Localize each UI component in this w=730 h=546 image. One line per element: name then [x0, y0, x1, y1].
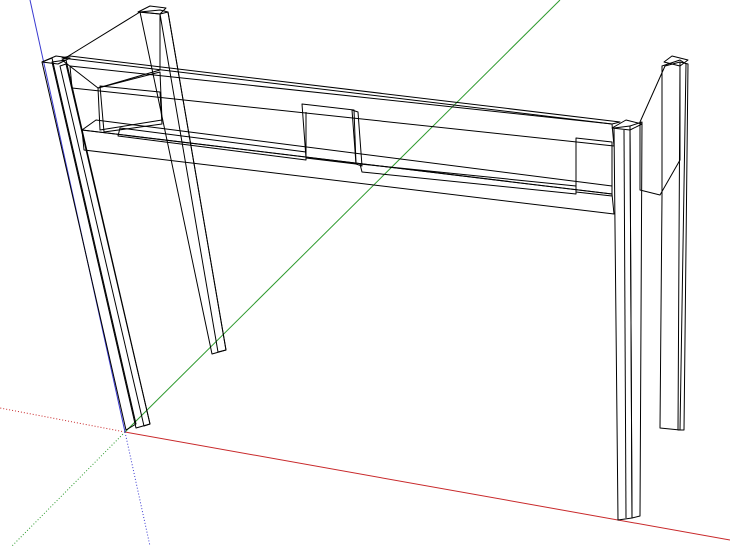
red-axis-solid: [124, 431, 730, 541]
back-right-leg-face: [659, 59, 687, 431]
modeling-viewport[interactable]: [0, 0, 730, 546]
right-side-apron: [639, 61, 681, 196]
lower-rail-top-face: [81, 119, 613, 195]
front-right-leg-inner-edge: [623, 129, 627, 519]
right-apron-face: [639, 61, 681, 196]
front-left-leg-side: [41, 57, 137, 431]
front-left-leg-shadow-strip: [59, 63, 151, 427]
red-axis-dotted: [0, 407, 126, 433]
top-rail-top-face: [61, 55, 621, 125]
front-left-leg: [41, 55, 151, 431]
right-opening-end-block: [575, 137, 613, 197]
front-left-leg-face: [51, 59, 151, 429]
green-axis-solid: [124, 0, 561, 433]
back-left-leg-side: [159, 11, 227, 353]
drawing-axes: [0, 0, 730, 546]
blue-axis-dotted: [124, 431, 151, 546]
back-left-leg: [137, 5, 227, 355]
left-apron-inner-face: [61, 11, 161, 89]
front-lower-rail: [81, 119, 615, 215]
left-opening-frame: [117, 127, 307, 161]
green-axis-dotted: [11, 431, 126, 546]
top-rail-front-face: [69, 65, 615, 147]
lower-rail-front-face: [81, 129, 615, 215]
front-top-rail: [61, 55, 621, 147]
front-right-leg: [611, 119, 643, 521]
right-opening-frame: [359, 163, 577, 195]
table-frame-3d-model: [0, 0, 730, 546]
back-left-leg-face: [139, 9, 227, 355]
front-right-leg-face: [613, 125, 633, 521]
back-right-leg: [659, 55, 689, 431]
